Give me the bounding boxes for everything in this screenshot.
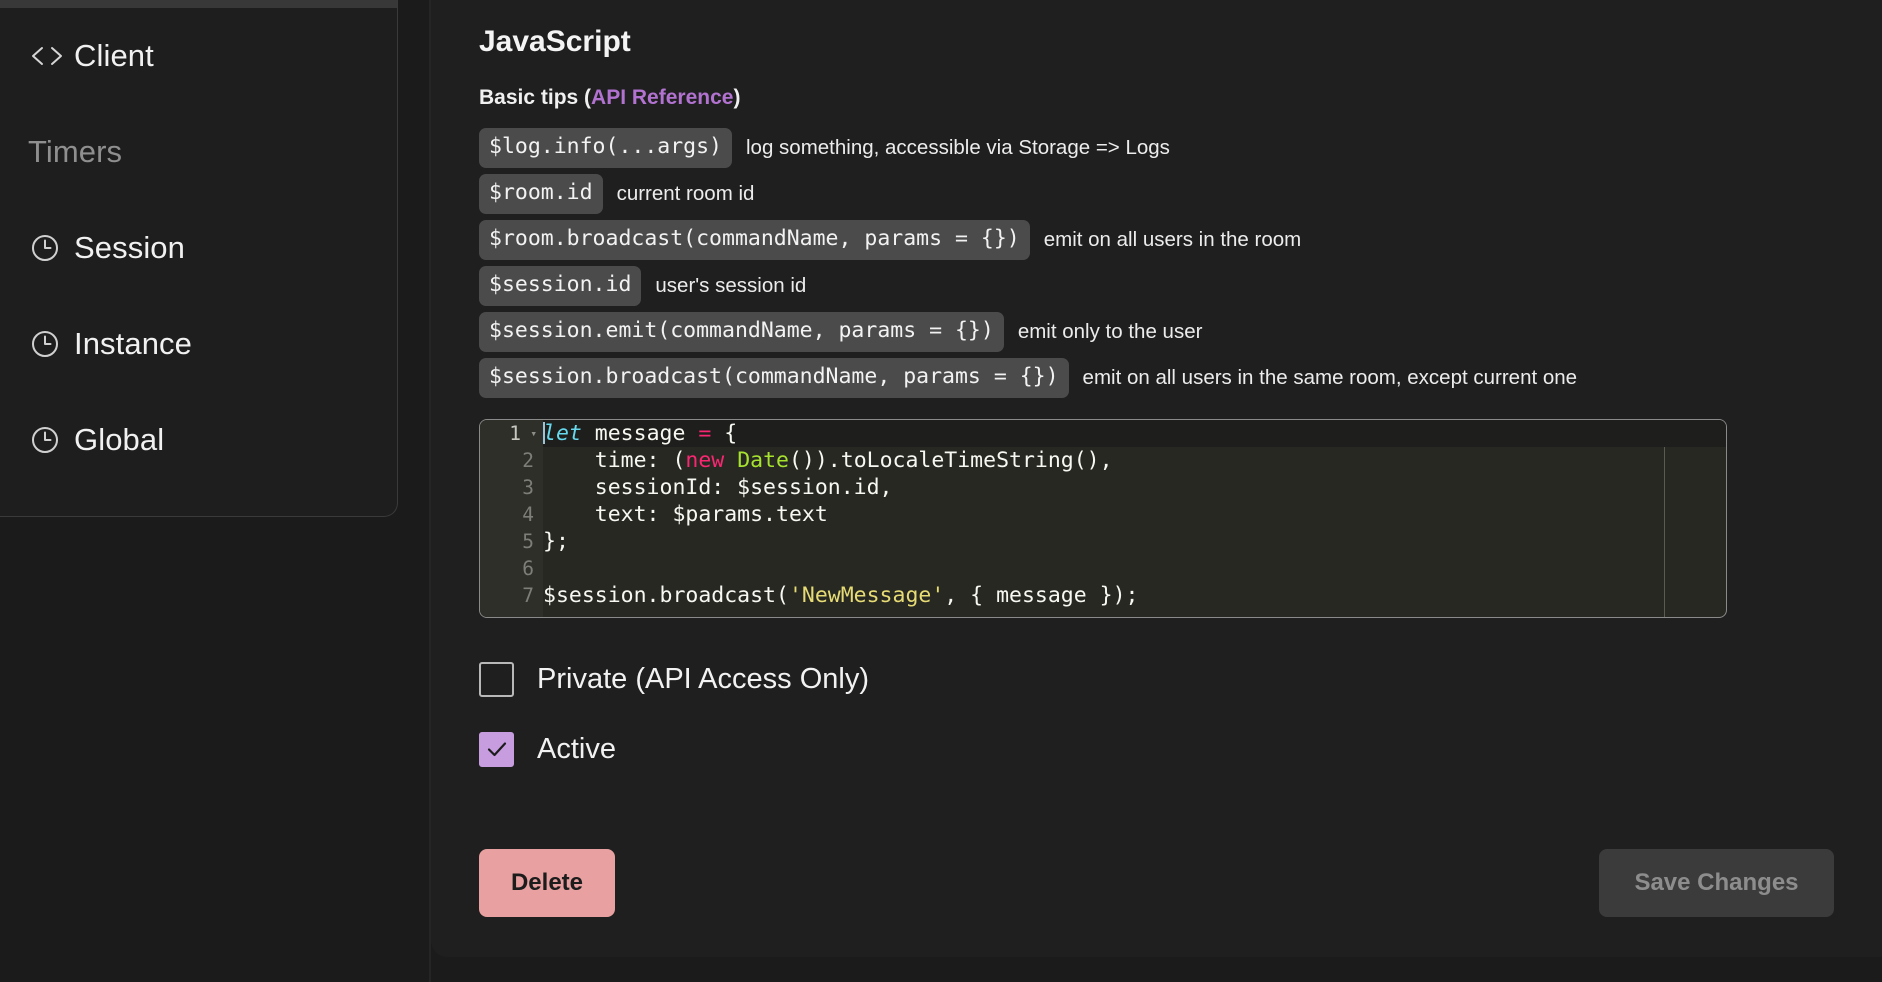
editor-line-number-text: 1 <box>509 422 521 445</box>
code-brackets-icon <box>30 45 74 67</box>
check-icon <box>487 742 506 757</box>
tips-list: $log.info(...args) log something, access… <box>479 125 1882 401</box>
tip-row: $session.broadcast(commandName, params =… <box>479 355 1882 401</box>
basic-tips-prefix: Basic tips ( <box>479 86 592 109</box>
code-editor[interactable]: 1 ▾ 2 3 4 5 6 7 let message = { time: (n… <box>479 419 1727 618</box>
main-content: JavaScript Basic tips (API Reference) $l… <box>431 0 1882 784</box>
sidebar: Client Timers Session Instance Global <box>0 0 398 517</box>
tip-code-chip: $room.id <box>479 174 603 214</box>
tip-description: log something, accessible via Storage =>… <box>746 136 1170 159</box>
sidebar-item-label: Client <box>74 38 154 73</box>
editor-line: text: $params.text <box>543 502 828 527</box>
main-panel: JavaScript Basic tips (API Reference) $l… <box>431 0 1882 957</box>
options-list: Private (API Access Only) Active <box>479 644 1882 784</box>
save-changes-button[interactable]: Save Changes <box>1599 849 1834 917</box>
checkbox-row-private[interactable]: Private (API Access Only) <box>479 644 869 714</box>
editor-line-number: 5 <box>522 530 534 553</box>
checkbox-active[interactable] <box>479 731 514 767</box>
sidebar-item-instance[interactable]: Instance <box>0 296 397 392</box>
editor-line-number: 6 <box>522 557 534 580</box>
editor-line: time: (new Date()).toLocaleTimeString(), <box>543 448 1113 473</box>
tip-row: $room.id current room id <box>479 171 1882 217</box>
sidebar-item-label: Global <box>74 422 165 457</box>
page-title: JavaScript <box>479 25 631 58</box>
editor-line-number: 4 <box>522 503 534 526</box>
tip-code-chip: $room.broadcast(commandName, params = {}… <box>479 220 1030 260</box>
editor-line-number: 1 ▾ <box>480 420 543 447</box>
checkbox-private[interactable] <box>479 661 514 697</box>
editor-line: let message = { <box>543 421 738 446</box>
checkbox-row-active[interactable]: Active <box>479 714 616 784</box>
sidebar-section-timers: Timers <box>0 104 397 200</box>
sidebar-item-session[interactable]: Session <box>0 200 397 296</box>
tip-row: $room.broadcast(commandName, params = {}… <box>479 217 1882 263</box>
tip-code-chip: $log.info(...args) <box>479 128 732 168</box>
sidebar-nav-list: Client Timers Session Instance Global <box>0 8 397 488</box>
delete-button[interactable]: Delete <box>479 849 615 917</box>
editor-line-number: 2 <box>522 449 534 472</box>
sidebar-section-label: Timers <box>28 134 123 169</box>
editor-gutter: 1 ▾ 2 3 4 5 6 7 <box>480 420 543 617</box>
sidebar-item-client[interactable]: Client <box>0 8 397 104</box>
clock-icon <box>30 329 74 359</box>
basic-tips-heading: Basic tips (API Reference) <box>479 84 1882 112</box>
tip-description: emit only to the user <box>1017 320 1203 343</box>
tip-description: user's session id <box>655 274 807 297</box>
editor-line: }; <box>543 529 569 554</box>
clock-icon <box>30 233 74 263</box>
tip-row: $session.emit(commandName, params = {}) … <box>479 309 1882 355</box>
editor-line-number: 7 <box>522 584 534 607</box>
tip-row: $log.info(...args) log something, access… <box>479 125 1882 171</box>
tip-row: $session.id user's session id <box>479 263 1882 309</box>
editor-code-area[interactable]: let message = { time: (new Date()).toLoc… <box>543 420 1726 617</box>
editor-line-number: 3 <box>522 476 534 499</box>
editor-line: sessionId: $session.id, <box>543 475 893 500</box>
tip-description: emit on all users in the room <box>1043 228 1302 251</box>
sidebar-item-label: Session <box>74 230 185 265</box>
app-root: Client Timers Session Instance Global Ja… <box>0 0 1882 982</box>
editor-lines: let message = { time: (new Date()).toLoc… <box>543 420 1726 609</box>
basic-tips-suffix: ) <box>733 86 741 109</box>
tip-code-chip: $session.emit(commandName, params = {}) <box>479 312 1004 352</box>
sidebar-item-global[interactable]: Global <box>0 392 397 488</box>
chevron-down-icon[interactable]: ▾ <box>530 420 537 447</box>
api-reference-link[interactable]: API Reference <box>591 86 733 109</box>
footer-actions: Delete Save Changes <box>479 849 1834 917</box>
sidebar-top-bar <box>0 0 397 8</box>
tip-description: current room id <box>616 182 755 205</box>
tip-description: emit on all users in the same room, exce… <box>1082 366 1578 389</box>
editor-line: $session.broadcast('NewMessage', { messa… <box>543 583 1139 608</box>
sidebar-item-label: Instance <box>74 326 192 361</box>
checkbox-label-private: Private (API Access Only) <box>537 662 869 695</box>
clock-icon <box>30 425 74 455</box>
checkbox-label-active: Active <box>537 732 616 765</box>
tip-code-chip: $session.id <box>479 266 642 306</box>
tip-code-chip: $session.broadcast(commandName, params =… <box>479 358 1069 398</box>
